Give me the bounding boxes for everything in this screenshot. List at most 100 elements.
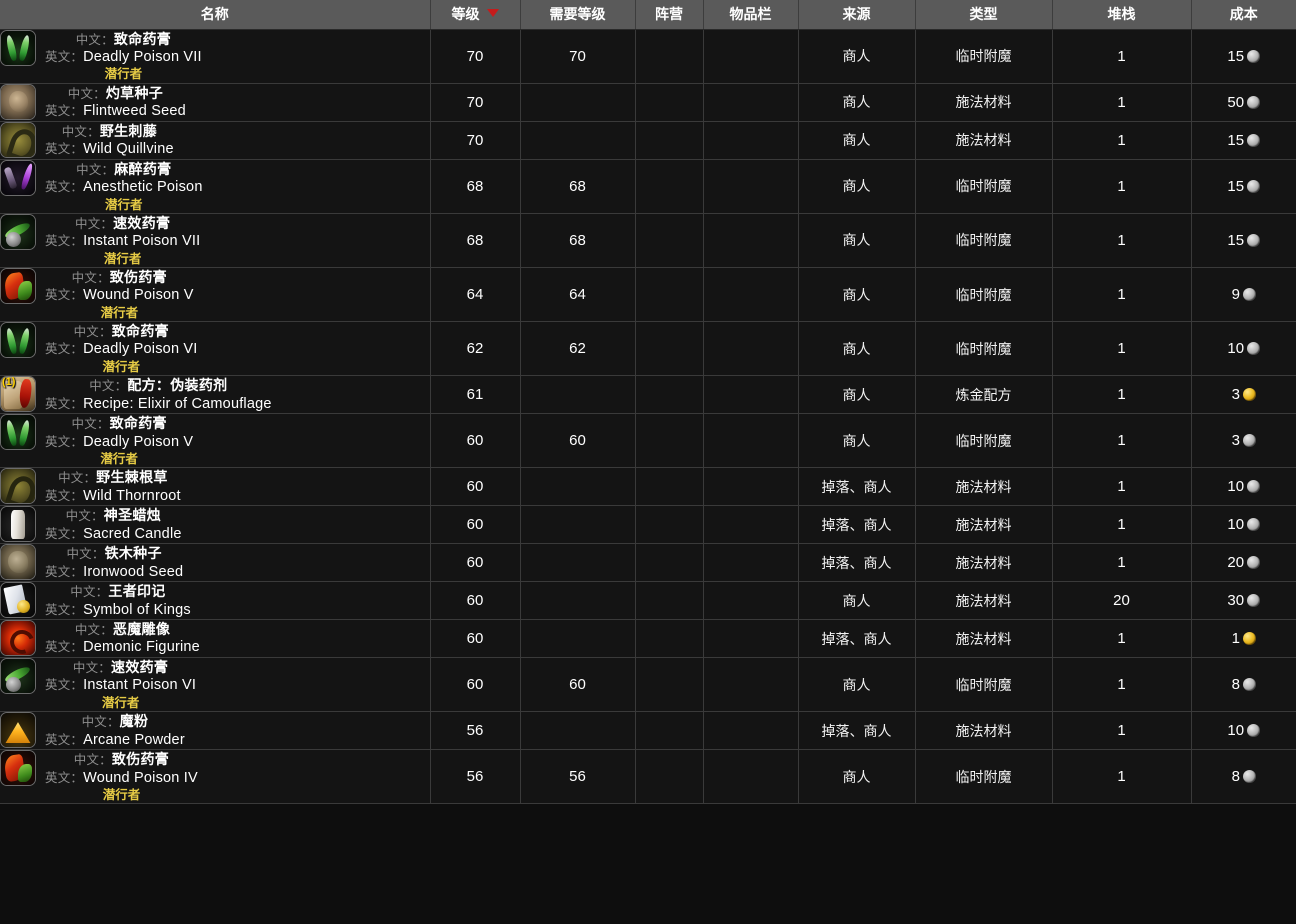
anesthetic-poison-icon[interactable]	[0, 159, 36, 196]
wild-quillvine-icon[interactable]	[0, 121, 36, 158]
item-name-chinese[interactable]: 速效药膏	[111, 659, 168, 675]
ironwood-seed-icon[interactable]	[0, 544, 36, 581]
item-name-chinese[interactable]: 致命药膏	[110, 415, 167, 431]
item-slot-cell	[703, 619, 799, 659]
column-header-required-level[interactable]: 需要等级	[520, 0, 636, 30]
item-name-chinese[interactable]: 魔粉	[120, 713, 149, 729]
silver-coin-icon	[1247, 480, 1261, 494]
table-row[interactable]: 中文：致命药膏 英文：Deadly Poison VII 潜行者 70 70 商人 临时附魔…	[0, 29, 1296, 84]
table-row[interactable]: 中文：致命药膏 英文：Deadly Poison V 潜行者 60 60 商人 临时附魔 1 3	[0, 413, 1296, 469]
wound-poison-icon[interactable]	[0, 267, 36, 304]
item-level-cell: 60	[430, 581, 521, 621]
item-name-english[interactable]: Recipe: Elixir of Camouflage	[83, 396, 272, 412]
table-row[interactable]: 中文：铁木种子 英文：Ironwood Seed 60 掉落、商人 施法材料 1 20	[0, 543, 1296, 583]
table-row[interactable]: 中文：野生棘根草 英文：Wild Thornroot 60 掉落、商人 施法材料 1 10	[0, 467, 1296, 507]
item-name-chinese[interactable]: 灼草种子	[106, 85, 163, 101]
item-name-english[interactable]: Instant Poison VII	[83, 233, 200, 249]
column-header-slot[interactable]: 物品栏	[703, 0, 799, 30]
deadly-poison-icon[interactable]	[0, 29, 36, 66]
symbol-of-kings-icon[interactable]	[0, 582, 36, 619]
chinese-label: 中文：	[74, 623, 113, 638]
item-name-chinese[interactable]: 致命药膏	[112, 323, 169, 339]
item-cost-value: 10	[1227, 516, 1245, 534]
item-cost-cell: 30	[1191, 581, 1296, 621]
item-name-english[interactable]: Flintweed Seed	[83, 103, 186, 119]
wild-thornroot-icon[interactable]	[0, 468, 36, 505]
recipe-scroll-icon[interactable]: (1)	[0, 376, 36, 413]
table-row[interactable]: 中文：致伤药膏 英文：Wound Poison IV 潜行者 56 56 商人 临时附魔 1 8	[0, 749, 1296, 805]
item-faction-cell	[635, 83, 704, 122]
table-row[interactable]: (1) 中文：配方：伪装药剂 英文：Recipe: Elixir of Camouf…	[0, 375, 1296, 415]
item-name-chinese[interactable]: 致伤药膏	[112, 751, 169, 767]
column-header-cost[interactable]: 成本	[1191, 0, 1296, 30]
item-type-cell: 临时附魔	[915, 267, 1053, 323]
table-row[interactable]: 中文：致命药膏 英文：Deadly Poison VI 潜行者 62 62 商人 临时附魔 1…	[0, 321, 1296, 377]
item-stack-cell: 1	[1052, 121, 1192, 160]
column-header-stack[interactable]: 堆栈	[1052, 0, 1192, 30]
item-name-english[interactable]: Instant Poison VI	[83, 677, 196, 693]
item-name-chinese[interactable]: 配方：伪装药剂	[127, 377, 227, 393]
column-header-level[interactable]: 等级	[430, 0, 521, 30]
silver-coin-icon	[1247, 556, 1261, 570]
item-name-cell: 中文：灼草种子 英文：Flintweed Seed	[0, 83, 431, 122]
item-name-english[interactable]: Demonic Figurine	[83, 639, 200, 655]
table-row[interactable]: 中文：速效药膏 英文：Instant Poison VII 潜行者 68 68 商人 临时附…	[0, 213, 1296, 268]
deadly-poison-icon[interactable]	[0, 414, 36, 451]
item-name-english[interactable]: Deadly Poison VII	[83, 49, 202, 65]
table-row[interactable]: 中文：王者印记 英文：Symbol of Kings 60 商人 施法材料 20 30	[0, 581, 1296, 621]
item-name-english[interactable]: Wound Poison IV	[83, 770, 198, 786]
deadly-poison-icon[interactable]	[0, 322, 36, 359]
item-name-chinese[interactable]: 致伤药膏	[110, 269, 167, 285]
item-name-english[interactable]: Sacred Candle	[83, 526, 182, 542]
item-name-english[interactable]: Wild Thornroot	[83, 488, 181, 504]
item-name-chinese[interactable]: 恶魔雕像	[113, 621, 170, 637]
item-name-chinese[interactable]: 速效药膏	[113, 215, 170, 231]
item-name-chinese[interactable]: 野生棘根草	[96, 469, 168, 485]
item-database-table: 名称 等级 需要等级 阵营 物品栏 来源 类型 堆栈 成本 中文：致命药膏 英文…	[0, 0, 1296, 805]
item-name-english[interactable]: Wound Poison V	[83, 287, 194, 303]
instant-poison-icon[interactable]	[0, 658, 36, 695]
table-row[interactable]: 中文：灼草种子 英文：Flintweed Seed 70 商人 施法材料 1 50	[0, 83, 1296, 122]
english-label: 英文：	[45, 770, 84, 785]
column-header-name[interactable]: 名称	[0, 0, 431, 30]
item-name-english[interactable]: Symbol of Kings	[83, 602, 191, 618]
table-row[interactable]: 中文：恶魔雕像 英文：Demonic Figurine 60 掉落、商人 施法材料 1 1	[0, 619, 1296, 659]
item-name-english[interactable]: Ironwood Seed	[83, 564, 183, 580]
column-header-type[interactable]: 类型	[915, 0, 1053, 30]
sacred-candle-icon[interactable]	[0, 506, 36, 543]
table-row[interactable]: 中文：野生刺藤 英文：Wild Quillvine 70 商人 施法材料 1 15	[0, 121, 1296, 160]
column-header-source[interactable]: 来源	[798, 0, 916, 30]
item-name-chinese[interactable]: 致命药膏	[114, 31, 171, 47]
demonic-figurine-icon[interactable]	[0, 620, 36, 657]
item-name-chinese[interactable]: 麻醉药膏	[114, 161, 171, 177]
silver-coin-icon	[1247, 518, 1261, 532]
item-source-cell: 掉落、商人	[798, 467, 916, 507]
item-slot-cell	[703, 657, 799, 713]
instant-poison-icon[interactable]	[0, 213, 36, 250]
column-header-level-label: 等级	[451, 6, 480, 23]
item-name-chinese[interactable]: 王者印记	[108, 583, 165, 599]
item-name-english[interactable]: Anesthetic Poison	[83, 179, 202, 195]
item-name-chinese[interactable]: 神圣蜡烛	[104, 507, 161, 523]
table-row[interactable]: 中文：麻醉药膏 英文：Anesthetic Poison 潜行者 68 68 商人 临时附魔…	[0, 159, 1296, 214]
item-name-english-line: 英文：Wild Quillvine	[45, 140, 174, 159]
english-label: 英文：	[45, 640, 84, 655]
arcane-powder-icon[interactable]	[0, 712, 36, 749]
item-name-english[interactable]: Deadly Poison VI	[83, 341, 197, 357]
item-cost-value: 3	[1231, 432, 1240, 450]
item-name-english[interactable]: Arcane Powder	[83, 732, 185, 748]
column-header-faction[interactable]: 阵营	[635, 0, 704, 30]
table-row[interactable]: 中文：速效药膏 英文：Instant Poison VI 潜行者 60 60 商人 临时附魔…	[0, 657, 1296, 713]
item-faction-cell	[635, 413, 704, 469]
wound-poison-icon[interactable]	[0, 750, 36, 787]
item-name-english[interactable]: Wild Quillvine	[83, 141, 174, 157]
item-cost-value: 1	[1231, 630, 1240, 648]
item-name-english[interactable]: Deadly Poison V	[83, 434, 193, 450]
table-row[interactable]: 中文：神圣蜡烛 英文：Sacred Candle 60 掉落、商人 施法材料 1 10	[0, 505, 1296, 545]
item-name-chinese[interactable]: 野生刺藤	[100, 123, 157, 139]
flintweed-seed-icon[interactable]	[0, 83, 36, 120]
table-row[interactable]: 中文：致伤药膏 英文：Wound Poison V 潜行者 64 64 商人 临时附魔 1 9	[0, 267, 1296, 323]
item-name-chinese[interactable]: 铁木种子	[105, 545, 162, 561]
table-row[interactable]: 中文：魔粉 英文：Arcane Powder 56 掉落、商人 施法材料 1 10	[0, 711, 1296, 751]
icon-artwork	[1, 659, 35, 694]
